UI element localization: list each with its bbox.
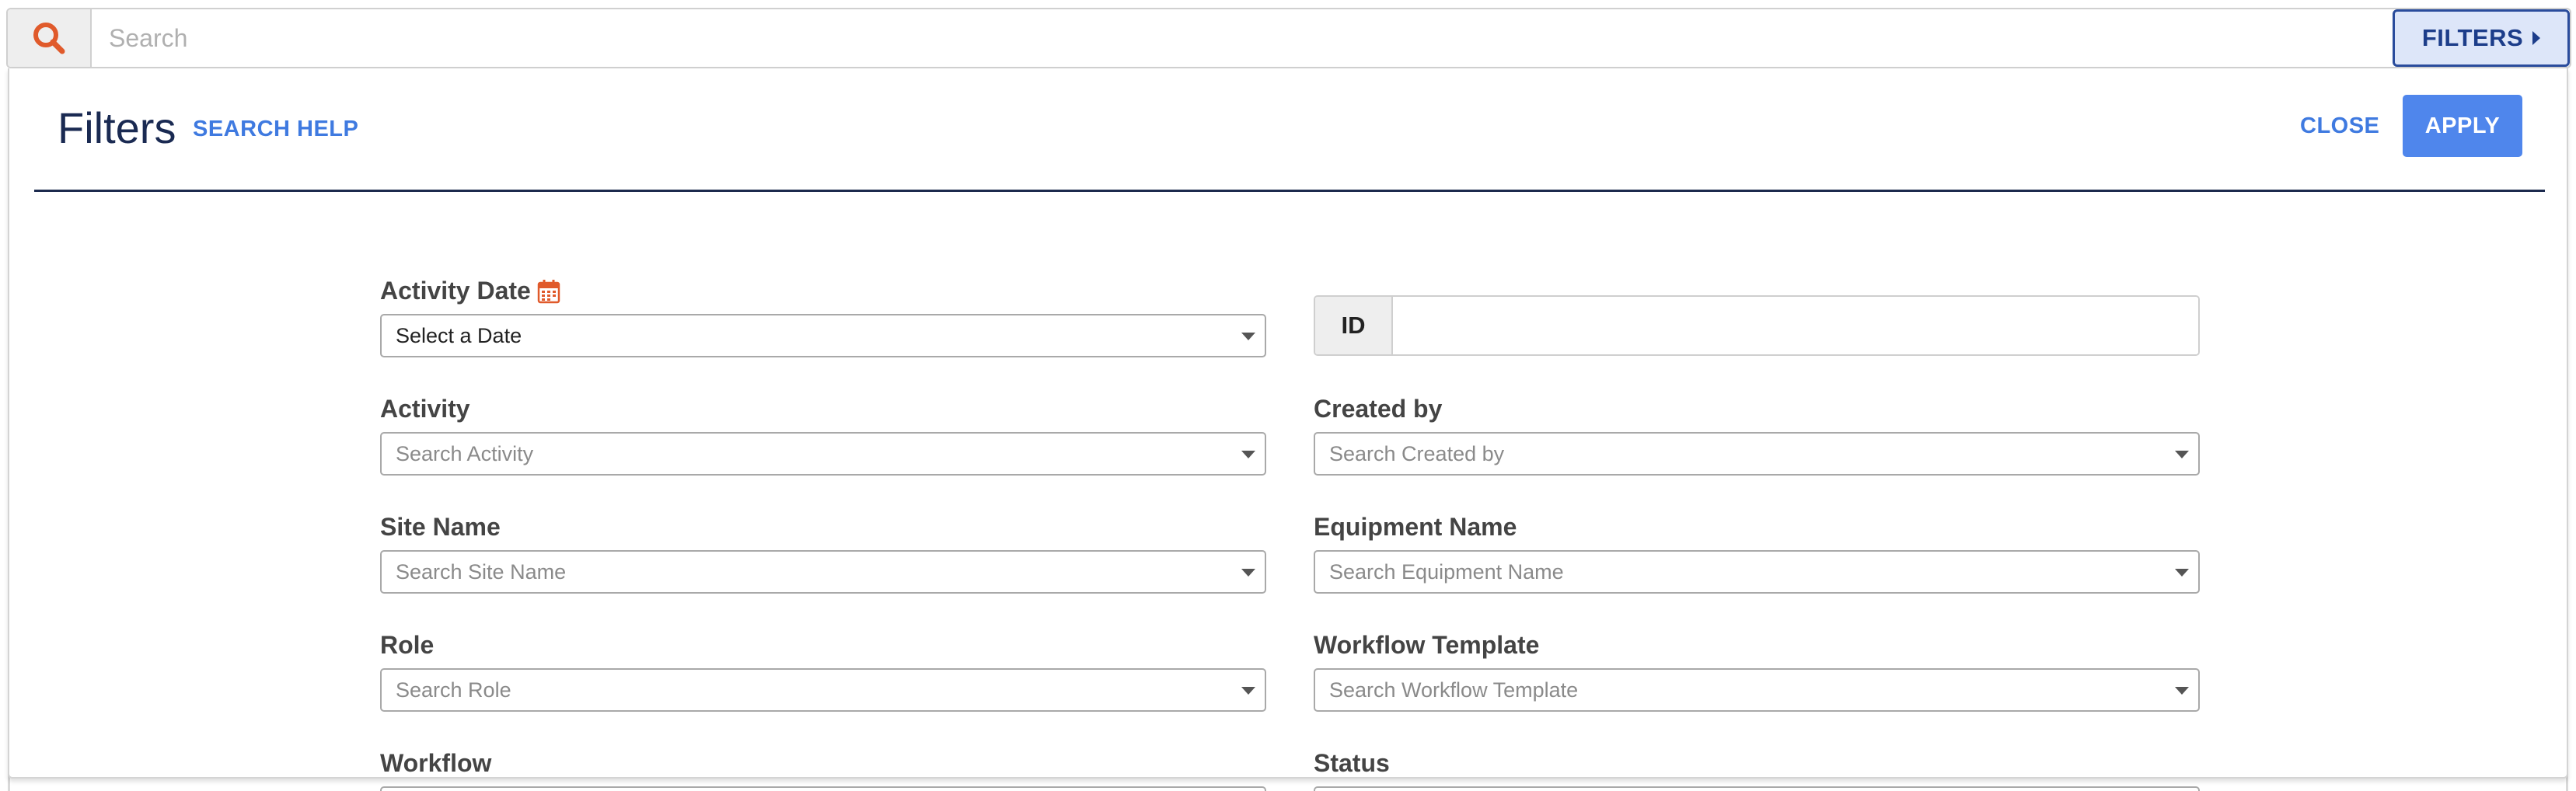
chevron-down-icon [1241,687,1255,695]
site-name-label: Site Name [380,513,501,541]
search-bar: FILTERS [6,8,2571,68]
chevron-down-icon [1241,451,1255,458]
panel-title: Filters [58,103,176,152]
role-placeholder: Search Role [396,678,511,702]
created-by-select[interactable]: Search Created by [1314,432,2200,476]
id-input[interactable] [1393,297,2198,354]
chevron-down-icon [2175,687,2189,695]
filters-form: Activity Date Select a Date ID Activity … [9,200,2570,791]
role-label: Role [380,631,435,659]
search-help-link[interactable]: SEARCH HELP [193,117,358,142]
close-button[interactable]: CLOSE [2300,113,2379,139]
filters-toggle-button[interactable]: FILTERS [2393,9,2570,67]
id-field-group: ID [1314,295,2200,356]
apply-button[interactable]: APPLY [2403,95,2522,157]
created-by-label: Created by [1314,395,1443,423]
status-select[interactable] [1314,786,2200,791]
chevron-down-icon [1241,333,1255,340]
search-input[interactable] [92,9,2570,67]
search-icon [33,23,65,54]
activity-date-value: Select a Date [396,323,522,347]
activity-date-label: Activity Date [380,277,560,305]
created-by-placeholder: Search Created by [1329,441,1505,465]
activity-select[interactable]: Search Activity [380,432,1266,476]
activity-label: Activity [380,395,470,423]
caret-right-icon [2532,31,2541,45]
workflow-template-label: Workflow Template [1314,631,1540,659]
calendar-icon[interactable] [537,279,560,304]
site-name-placeholder: Search Site Name [396,559,567,584]
filters-toggle-label: FILTERS [2421,24,2524,51]
workflow-select[interactable] [380,786,1266,791]
search-button[interactable] [8,9,92,67]
workflow-template-placeholder: Search Workflow Template [1329,678,1579,702]
header-divider [34,190,2545,192]
equipment-name-label: Equipment Name [1314,513,1517,541]
chevron-down-icon [1241,569,1255,577]
site-name-select[interactable]: Search Site Name [380,550,1266,594]
role-select[interactable]: Search Role [380,668,1266,712]
filters-panel: Filters SEARCH HELP CLOSE APPLY Activity… [8,68,2568,791]
status-label: Status [1314,749,1390,777]
workflow-template-select[interactable]: Search Workflow Template [1314,668,2200,712]
id-addon-label: ID [1315,297,1393,354]
equipment-name-placeholder: Search Equipment Name [1329,559,1564,584]
chevron-down-icon [2175,569,2189,577]
activity-placeholder: Search Activity [396,441,534,465]
equipment-name-select[interactable]: Search Equipment Name [1314,550,2200,594]
activity-date-select[interactable]: Select a Date [380,314,1266,357]
chevron-down-icon [2175,451,2189,458]
workflow-label: Workflow [380,749,492,777]
activity-date-label-text: Activity Date [380,277,531,305]
